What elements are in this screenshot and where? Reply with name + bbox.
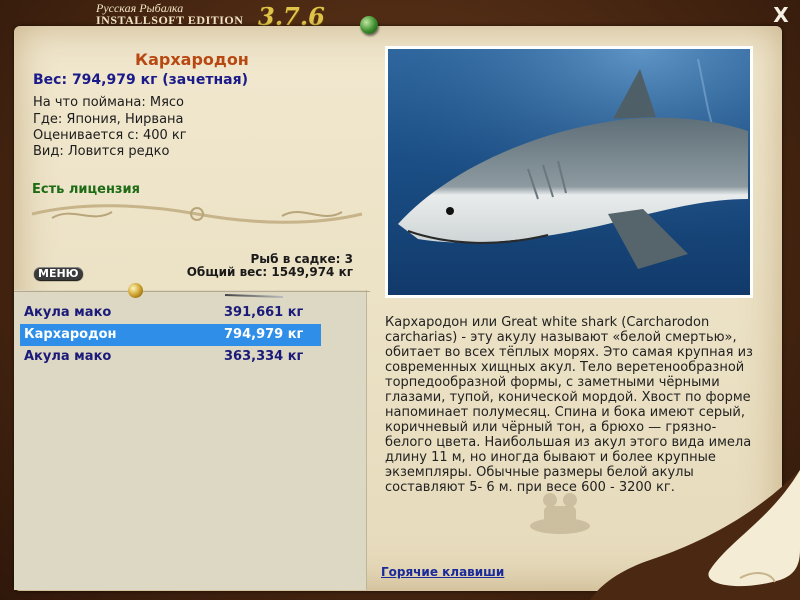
- fish-bait: На что поймана: Мясо: [33, 95, 185, 110]
- fish-weight: Вес: 794,979 кг (зачетная): [33, 72, 248, 88]
- pin-icon: [360, 16, 378, 34]
- catch-list-item[interactable]: Акула мако 391,661 кг: [20, 302, 321, 324]
- fish-rarity: Вид: Ловится редко: [33, 144, 170, 159]
- float-icon: [128, 283, 143, 298]
- fisherman-watermark-icon: [530, 493, 590, 534]
- cage-fish-count: Рыб в садке: 3: [250, 252, 354, 266]
- fish-photo: [385, 46, 753, 298]
- app-title-line2: INSTALLSOFT EDITION: [96, 13, 244, 27]
- catch-item-name: Акула мако: [24, 305, 112, 320]
- shark-image: [388, 49, 750, 295]
- divider-ornament: [31, 204, 363, 224]
- catch-item-weight: 391,661 кг: [224, 305, 304, 320]
- close-button[interactable]: X: [772, 5, 790, 25]
- catch-list-item[interactable]: Кархародон 794,979 кг: [20, 324, 321, 346]
- catch-item-weight: 363,334 кг: [224, 349, 304, 364]
- list-divider: [14, 291, 370, 292]
- catch-list-item[interactable]: Акула мако 363,334 кг: [20, 346, 321, 368]
- catch-item-weight: 794,979 кг: [224, 327, 304, 342]
- fish-description: Кархародон или Great white shark (Carcha…: [385, 315, 753, 495]
- app-title: Русская Рыбалка INSTALLSOFT EDITION 3.7.…: [96, 2, 325, 31]
- fish-location: Где: Япония, Нирвана: [33, 112, 184, 127]
- cage-total-weight: Общий вес: 1549,974 кг: [186, 265, 353, 279]
- page-curl: [590, 470, 800, 600]
- catch-list: Акула мако 391,661 кг Кархародон 794,979…: [14, 290, 367, 590]
- catch-item-name: Кархародон: [24, 327, 117, 342]
- catch-item-name: Акула мако: [24, 349, 112, 364]
- hotkeys-link[interactable]: Горячие клавиши: [381, 565, 504, 579]
- fish-name: Кархародон: [135, 50, 249, 69]
- fish-value: Оценивается с: 400 кг: [33, 128, 187, 143]
- license-status: Есть лицензия: [32, 182, 140, 197]
- menu-button[interactable]: МЕНЮ: [34, 267, 83, 280]
